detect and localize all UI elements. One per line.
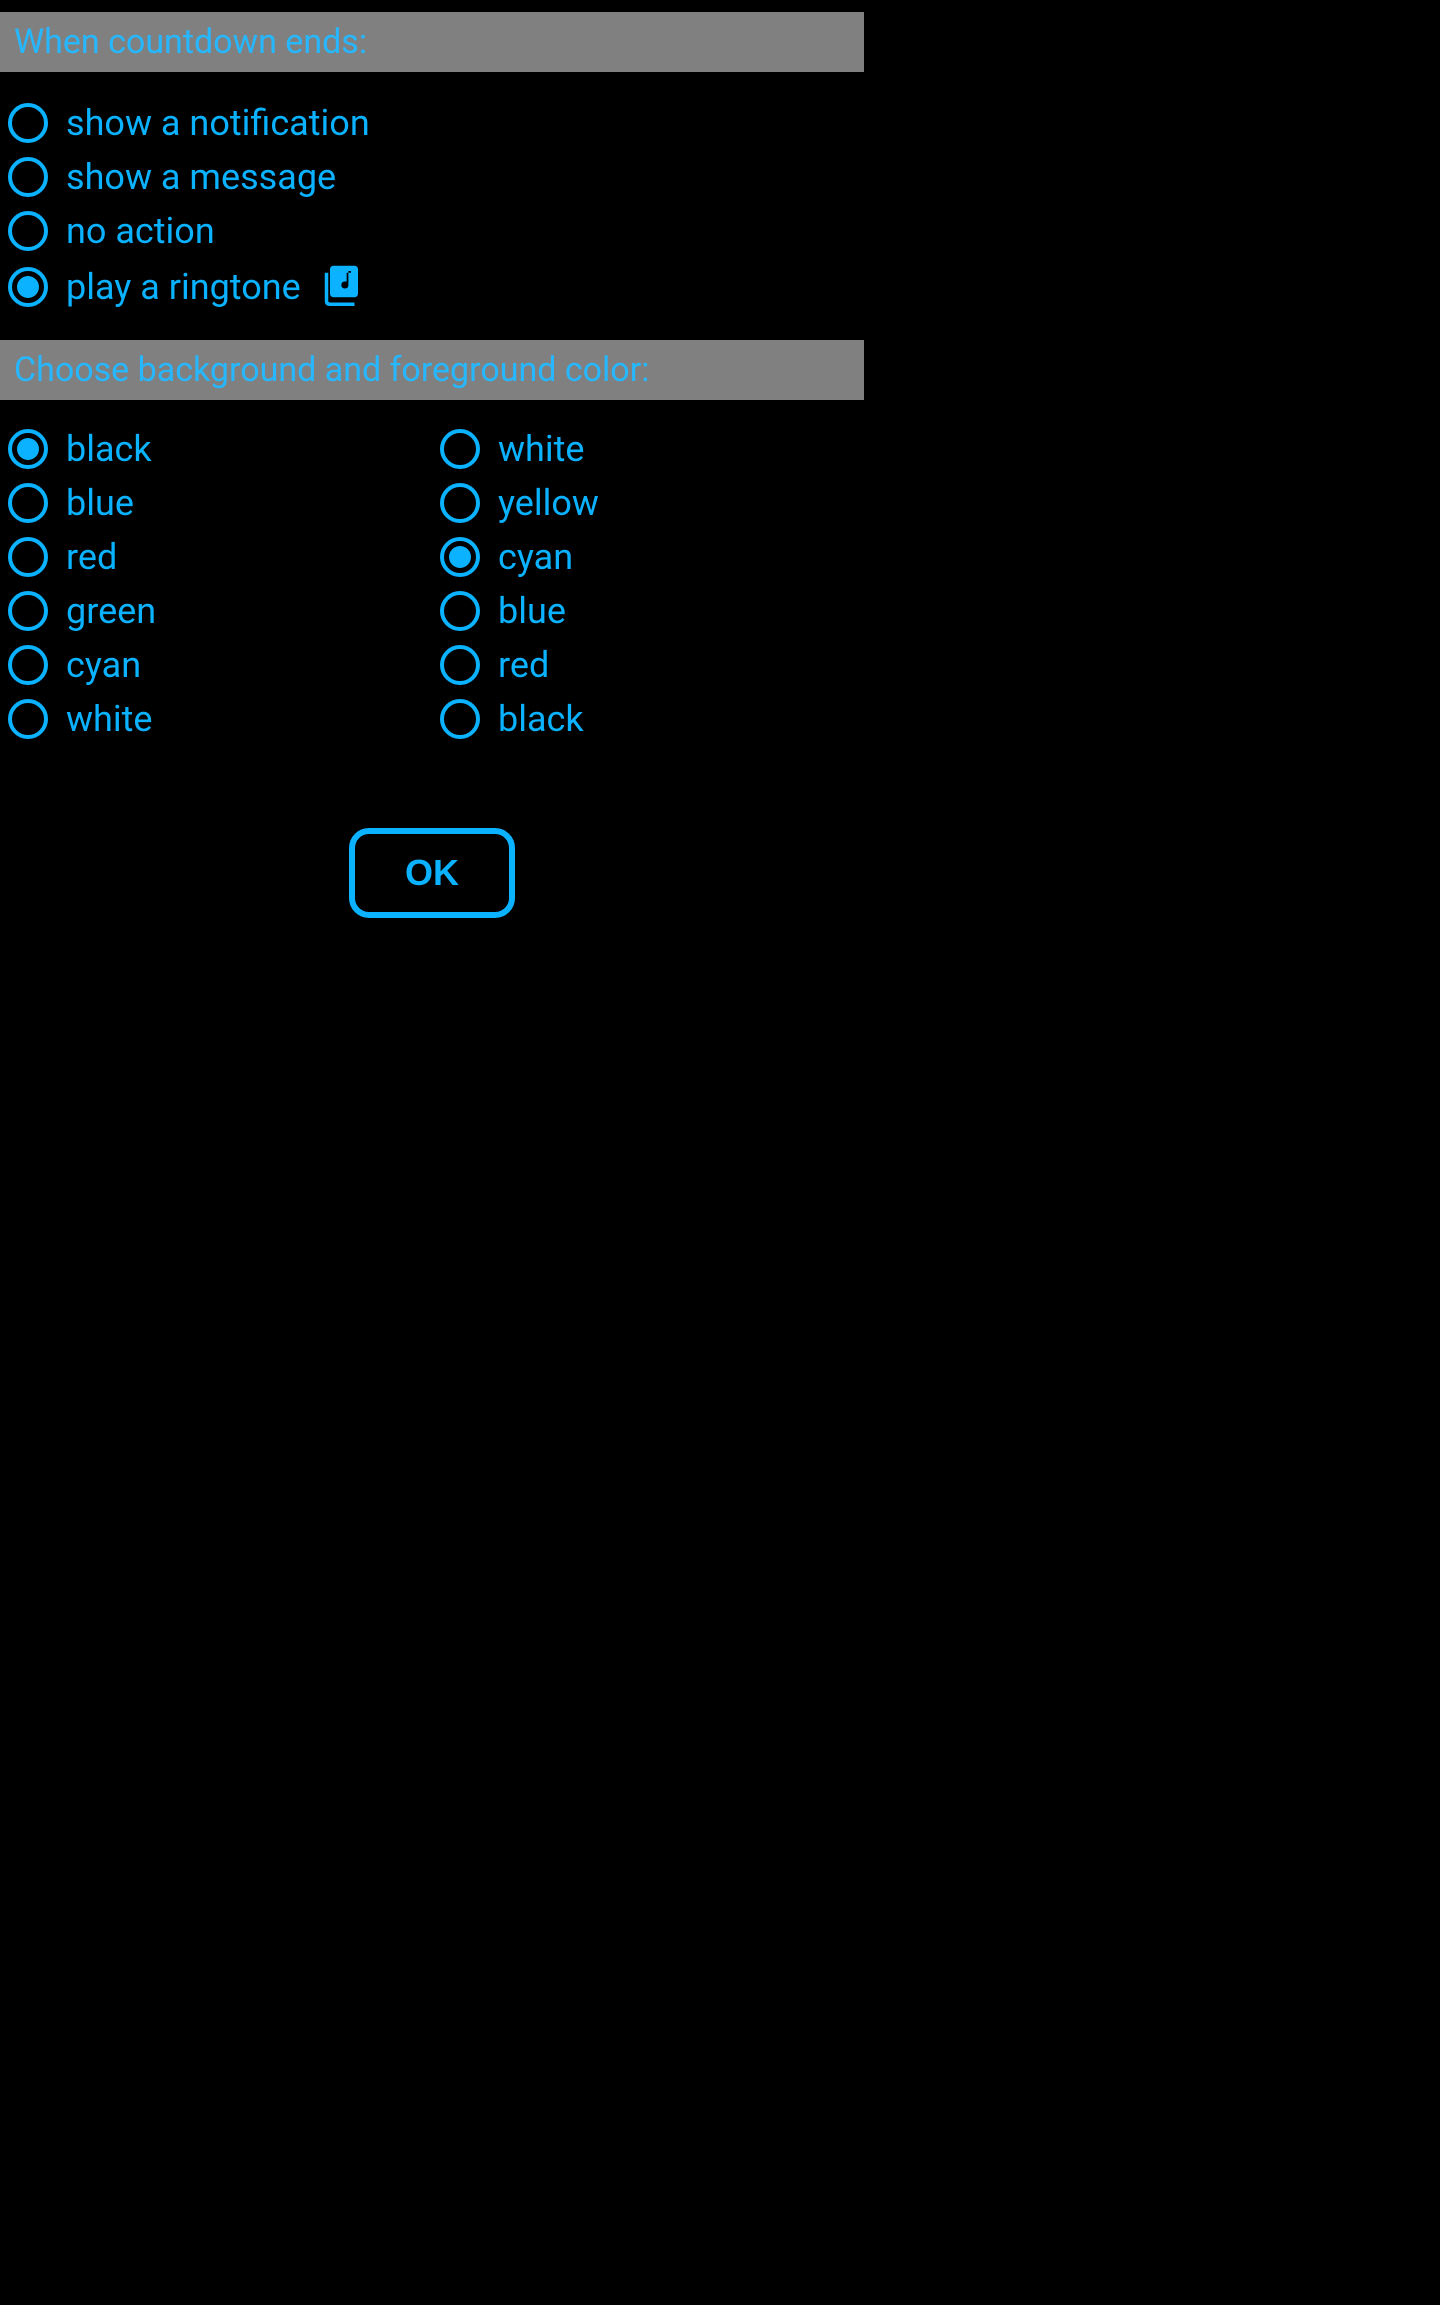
radio-fg-white[interactable]: white [432,422,864,476]
radio-label-fg-red: red [498,644,549,686]
background-color-column: black blue red green cyan white [0,422,432,746]
radio-fg-black[interactable]: black [432,692,864,746]
radio-button-bg-white[interactable] [8,699,48,739]
radio-fg-yellow[interactable]: yellow [432,476,864,530]
radio-label-notification: show a notification [66,102,370,144]
radio-bg-red[interactable]: red [0,530,432,584]
section-header-countdown: When countdown ends: [0,12,864,72]
radio-label-no-action: no action [66,210,215,252]
radio-label-bg-red: red [66,536,117,578]
foreground-color-column: white yellow cyan blue red black [432,422,864,746]
radio-label-fg-white: white [498,428,585,470]
radio-button-no-action[interactable] [8,211,48,251]
radio-show-notification[interactable]: show a notification [0,96,864,150]
radio-no-action[interactable]: no action [0,204,864,258]
settings-container: When countdown ends: show a notification… [0,12,864,1383]
section-title-countdown: When countdown ends: [14,22,367,62]
radio-label-fg-black: black [498,698,584,740]
radio-bg-cyan[interactable]: cyan [0,638,432,692]
section-title-colors: Choose background and foreground color: [14,350,649,390]
radio-button-bg-green[interactable] [8,591,48,631]
radio-label-bg-blue: blue [66,482,134,524]
radio-bg-black[interactable]: black [0,422,432,476]
radio-button-bg-red[interactable] [8,537,48,577]
radio-button-fg-black[interactable] [440,699,480,739]
radio-bg-white[interactable]: white [0,692,432,746]
radio-label-bg-white: white [66,698,153,740]
radio-label-ringtone: play a ringtone [66,266,301,308]
radio-label-bg-cyan: cyan [66,644,141,686]
radio-button-message[interactable] [8,157,48,197]
color-columns: black blue red green cyan white [0,400,864,768]
radio-bg-green[interactable]: green [0,584,432,638]
radio-label-bg-green: green [66,590,156,632]
radio-fg-red[interactable]: red [432,638,864,692]
radio-fg-blue[interactable]: blue [432,584,864,638]
radio-button-fg-red[interactable] [440,645,480,685]
radio-button-bg-blue[interactable] [8,483,48,523]
radio-play-ringtone[interactable]: play a ringtone [0,258,864,316]
ok-button[interactable]: OK [349,828,515,918]
countdown-options: show a notification show a message no ac… [0,72,864,340]
radio-button-fg-yellow[interactable] [440,483,480,523]
radio-bg-blue[interactable]: blue [0,476,432,530]
section-header-colors: Choose background and foreground color: [0,340,864,400]
radio-label-bg-black: black [66,428,152,470]
radio-button-fg-cyan[interactable] [440,537,480,577]
radio-button-notification[interactable] [8,103,48,143]
radio-show-message[interactable]: show a message [0,150,864,204]
radio-label-message: show a message [66,156,336,198]
radio-button-fg-white[interactable] [440,429,480,469]
music-library-icon[interactable] [323,264,365,310]
radio-fg-cyan[interactable]: cyan [432,530,864,584]
radio-label-fg-yellow: yellow [498,482,599,524]
radio-button-bg-black[interactable] [8,429,48,469]
radio-label-fg-cyan: cyan [498,536,573,578]
radio-button-bg-cyan[interactable] [8,645,48,685]
radio-button-ringtone[interactable] [8,267,48,307]
radio-label-fg-blue: blue [498,590,566,632]
radio-button-fg-blue[interactable] [440,591,480,631]
